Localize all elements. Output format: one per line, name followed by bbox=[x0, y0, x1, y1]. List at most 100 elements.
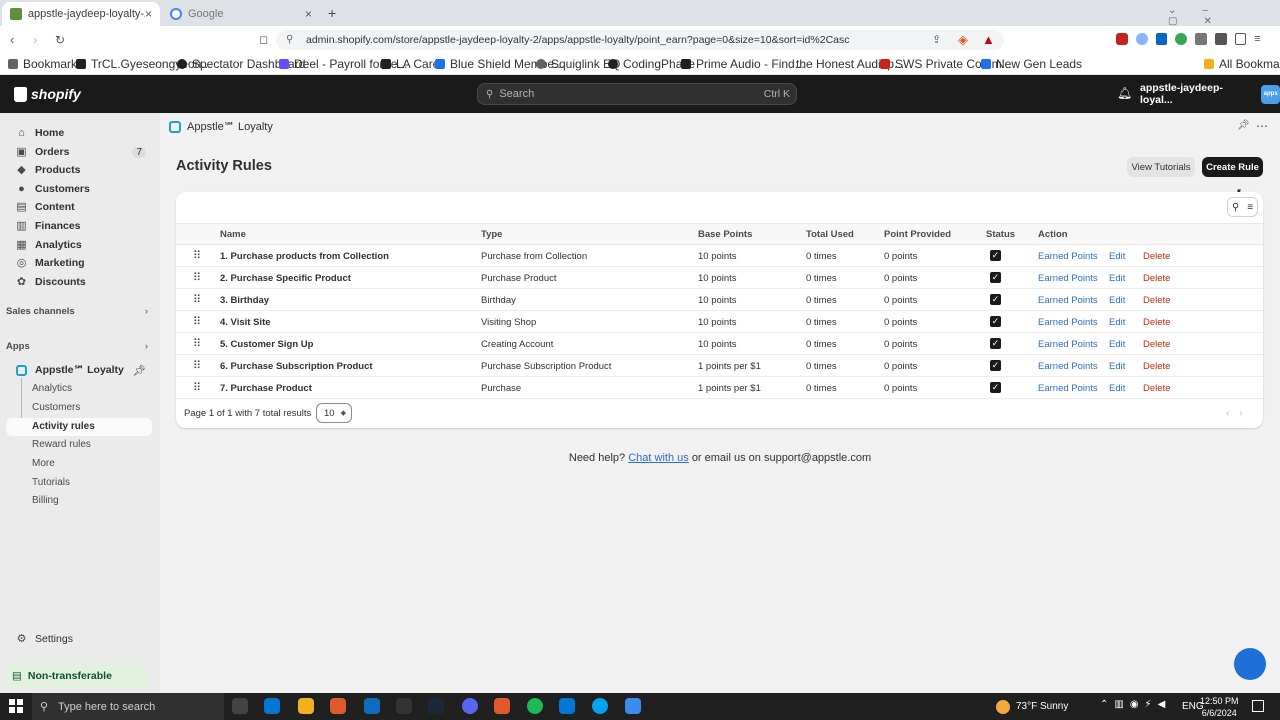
edit-link[interactable]: Edit bbox=[1109, 339, 1125, 350]
drag-handle-icon[interactable]: ⠿ bbox=[193, 337, 201, 350]
window-controls[interactable]: ⌄–▢✕ bbox=[1168, 5, 1280, 27]
delete-link[interactable]: Delete bbox=[1143, 251, 1170, 262]
reload-icon[interactable]: ↻ bbox=[55, 32, 65, 48]
bookmark-item[interactable]: Bookmarks bbox=[8, 57, 83, 71]
earned-points-link[interactable]: Earned Points bbox=[1038, 273, 1098, 284]
chat-with-us-link[interactable]: Chat with us bbox=[628, 452, 689, 464]
bookmark-page-icon[interactable]: ◻ bbox=[259, 32, 268, 48]
sales-channels-section[interactable]: Sales channels › bbox=[6, 306, 152, 317]
app-circle-icon[interactable] bbox=[592, 698, 608, 714]
forward-icon[interactable]: › bbox=[33, 32, 37, 48]
sidebar-sub-billing[interactable]: Billing bbox=[32, 495, 59, 506]
col-base-points[interactable]: Base Points bbox=[698, 229, 752, 240]
app-active-icon[interactable] bbox=[625, 698, 641, 714]
notifications-icon[interactable] bbox=[1252, 700, 1264, 712]
extension-icons[interactable]: ≡ bbox=[1116, 33, 1266, 47]
drag-handle-icon[interactable]: ⠿ bbox=[193, 271, 201, 284]
back-icon[interactable]: ‹ bbox=[10, 32, 14, 48]
status-checkbox[interactable]: ✓ bbox=[990, 250, 1001, 261]
delete-link[interactable]: Delete bbox=[1143, 361, 1170, 372]
sidebar-item-home[interactable]: ⌂ Home bbox=[6, 124, 152, 142]
sidebar-sub-analytics[interactable]: Analytics bbox=[32, 383, 72, 394]
sidebar-item-content[interactable]: ▤ Content bbox=[6, 198, 152, 216]
earned-points-link[interactable]: Earned Points bbox=[1038, 295, 1098, 306]
pin-icon[interactable]: 📌︎ bbox=[133, 364, 146, 377]
more-options-icon[interactable]: ⋯ bbox=[1256, 119, 1268, 133]
file-explorer-icon[interactable] bbox=[298, 698, 314, 714]
drag-handle-icon[interactable]: ⠿ bbox=[193, 293, 201, 306]
col-total-used[interactable]: Total Used bbox=[806, 229, 854, 240]
chat-bubble-icon[interactable] bbox=[1234, 648, 1266, 680]
col-name[interactable]: Name bbox=[220, 229, 246, 240]
menu-icon[interactable]: ≡ bbox=[1254, 33, 1266, 45]
col-type[interactable]: Type bbox=[481, 229, 502, 240]
delete-link[interactable]: Delete bbox=[1143, 339, 1170, 350]
col-point-provided[interactable]: Point Provided bbox=[884, 229, 951, 240]
status-checkbox[interactable]: ✓ bbox=[990, 360, 1001, 371]
edit-link[interactable]: Edit bbox=[1109, 251, 1125, 262]
camera-icon[interactable] bbox=[1195, 33, 1207, 45]
delete-link[interactable]: Delete bbox=[1143, 273, 1170, 284]
edit-link[interactable]: Edit bbox=[1109, 383, 1125, 394]
earned-points-link[interactable]: Earned Points bbox=[1038, 361, 1098, 372]
sidebar-item-products[interactable]: ◆ Products bbox=[6, 161, 152, 179]
outlook-icon[interactable] bbox=[364, 698, 380, 714]
status-checkbox[interactable]: ✓ bbox=[990, 338, 1001, 349]
brave-rewards-icon[interactable]: ▲ bbox=[982, 32, 995, 48]
discord-icon[interactable] bbox=[462, 698, 478, 714]
edit-link[interactable]: Edit bbox=[1109, 273, 1125, 284]
edit-link[interactable]: Edit bbox=[1109, 317, 1125, 328]
earned-points-link[interactable]: Earned Points bbox=[1038, 251, 1098, 262]
brave-shields-icon[interactable]: ◈ bbox=[958, 32, 968, 48]
vscode-icon[interactable] bbox=[559, 698, 575, 714]
task-view-icon[interactable] bbox=[232, 698, 248, 714]
brave-icon[interactable] bbox=[330, 698, 346, 714]
col-status[interactable]: Status bbox=[986, 229, 1015, 240]
all-bookmarks[interactable]: All Bookmarks bbox=[1204, 57, 1280, 71]
bell-icon[interactable]: 🔔︎ bbox=[1117, 86, 1132, 100]
extension-color-icon[interactable] bbox=[1175, 33, 1187, 45]
delete-link[interactable]: Delete bbox=[1143, 383, 1170, 394]
next-page-icon[interactable]: › bbox=[1239, 408, 1252, 419]
extension-shield-icon[interactable] bbox=[1116, 33, 1128, 45]
delete-link[interactable]: Delete bbox=[1143, 295, 1170, 306]
app-icon[interactable] bbox=[396, 698, 412, 714]
sidebar-sub-reward-rules[interactable]: Reward rules bbox=[32, 439, 91, 450]
site-info-icon[interactable]: ⚲ bbox=[286, 34, 293, 45]
sidebar-sub-customers[interactable]: Customers bbox=[32, 402, 80, 413]
windows-start-icon[interactable] bbox=[9, 699, 23, 713]
store-app-icon[interactable] bbox=[264, 698, 280, 714]
search-filter-button[interactable]: ⚲ ≡ bbox=[1227, 197, 1258, 217]
earned-points-link[interactable]: Earned Points bbox=[1038, 317, 1098, 328]
pin-icon[interactable]: 📌︎ bbox=[1237, 120, 1250, 131]
shopify-logo[interactable]: shopify bbox=[14, 86, 81, 102]
edit-link[interactable]: Edit bbox=[1109, 295, 1125, 306]
address-bar[interactable]: ⚲ admin.shopify.com/store/appstle-jaydee… bbox=[276, 30, 1004, 50]
linkedin-icon[interactable] bbox=[1155, 33, 1168, 45]
new-tab-button[interactable]: + bbox=[328, 5, 336, 21]
delete-link[interactable]: Delete bbox=[1143, 317, 1170, 328]
wallet-icon[interactable] bbox=[1214, 33, 1227, 45]
sidebar-sub-tutorials[interactable]: Tutorials bbox=[32, 477, 70, 488]
non-transferable-badge[interactable]: ▤ Non-transferable bbox=[6, 664, 148, 688]
close-tab-icon[interactable]: × bbox=[145, 7, 152, 21]
clock[interactable]: 12:50 PM 6/6/2024 bbox=[1200, 695, 1239, 719]
drag-handle-icon[interactable]: ⠿ bbox=[193, 359, 201, 372]
edit-link[interactable]: Edit bbox=[1109, 361, 1125, 372]
page-size-select[interactable]: 10 ◆ bbox=[316, 403, 352, 423]
browser-tab-google[interactable]: Google × bbox=[162, 2, 320, 26]
sidebar-item-customers[interactable]: ● Customers bbox=[6, 180, 152, 198]
close-tab-icon[interactable]: × bbox=[305, 7, 312, 21]
drag-handle-icon[interactable]: ⠿ bbox=[193, 381, 201, 394]
drag-handle-icon[interactable]: ⠿ bbox=[193, 249, 201, 262]
bookmark-item[interactable]: Prime Audio - Find... bbox=[681, 57, 805, 71]
sidebar-item-orders[interactable]: ▣ Orders 7 bbox=[6, 143, 152, 161]
taskbar-search-input[interactable]: ⚲ Type here to search bbox=[32, 693, 224, 720]
sidebar-item-settings[interactable]: ⚙ Settings bbox=[6, 630, 152, 648]
sidebar-sub-activity-rules[interactable]: Activity rules bbox=[32, 421, 95, 432]
status-checkbox[interactable]: ✓ bbox=[990, 316, 1001, 327]
weather-icon[interactable] bbox=[996, 700, 1010, 714]
create-rule-button[interactable]: Create Rule bbox=[1202, 157, 1263, 177]
sidebar-item-finances[interactable]: ▥ Finances bbox=[6, 217, 152, 235]
extensions-puzzle-icon[interactable] bbox=[1234, 33, 1247, 45]
